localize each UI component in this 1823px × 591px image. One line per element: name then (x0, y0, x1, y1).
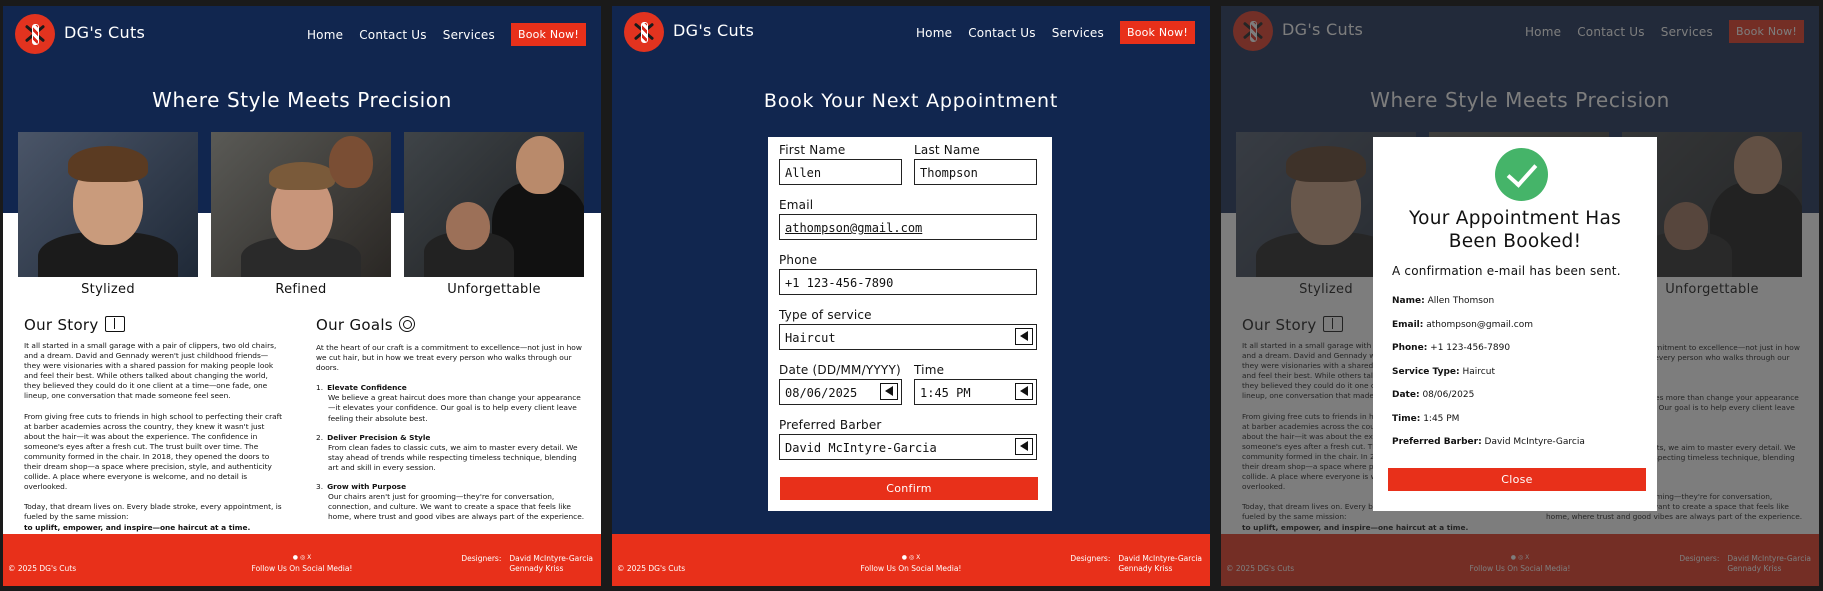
goal-item: 1.Elevate Confidence We believe a great … (316, 383, 581, 423)
story-mission: to uplift, empower, and inspire—one hair… (24, 522, 251, 532)
goals-intro: At the heart of our craft is a commitmen… (316, 343, 582, 373)
date-picker-icon[interactable] (880, 383, 898, 400)
home-page: DG's Cuts Home Contact Us Services Book … (3, 6, 601, 586)
nav-contact-link[interactable]: Contact Us (968, 26, 1036, 40)
book-now-button[interactable]: Book Now! (1119, 21, 1195, 44)
detail-barber: Preferred Barber: David McIntyre-Garcia (1392, 437, 1585, 447)
site-header: DG's Cuts Home Contact Us Services Book … (612, 6, 1210, 60)
email-field[interactable]: athompson@gmail.com (779, 214, 1037, 240)
brand-name[interactable]: DG's Cuts (64, 23, 145, 42)
main-nav: Home Contact Us Services Book Now! (916, 21, 1195, 44)
hero-title: Where Style Meets Precision (152, 88, 452, 112)
booking-form: First Name Allen Last Name Thompson Emai… (768, 137, 1052, 511)
main-nav: Home Contact Us Services Book Now! (307, 23, 586, 46)
dropdown-arrow-icon[interactable] (1015, 328, 1033, 345)
stylized-photo (18, 132, 198, 277)
last-name-field[interactable]: Thompson (914, 159, 1037, 185)
caption-refined: Refined (275, 282, 327, 297)
date-value: 08/06/2025 (785, 386, 858, 400)
goal-item: 3.Grow with Purpose Our chairs aren't ju… (316, 482, 585, 522)
caption-unforgettable: Unforgettable (447, 282, 541, 297)
barber-select[interactable]: David McIntyre-Garcia (779, 434, 1037, 460)
service-value: Haircut (785, 331, 836, 345)
modal-title: Your Appointment Has Been Booked! (1408, 208, 1622, 252)
barber-logo-icon[interactable] (624, 12, 664, 52)
detail-service: Service Type: Haircut (1392, 367, 1495, 377)
book-icon (104, 316, 125, 332)
story-paragraph: It all started in a small garage with a … (24, 341, 277, 401)
confirm-button[interactable]: Confirm (780, 477, 1038, 500)
target-icon (398, 316, 415, 332)
time-field[interactable]: 1:45 PM (914, 379, 1037, 405)
detail-time: Time: 1:45 PM (1392, 414, 1460, 424)
nav-services-link[interactable]: Services (1052, 26, 1104, 40)
detail-email: Email: athompson@gmail.com (1392, 320, 1533, 330)
service-select[interactable]: Haircut (779, 324, 1037, 350)
date-label: Date (DD/MM/YYYY) (779, 363, 901, 377)
site-footer: © 2025 DG's Cuts ● ◎ X Follow Us On Soci… (612, 534, 1210, 586)
brand-name[interactable]: DG's Cuts (673, 21, 754, 40)
detail-name: Name: Allen Thomson (1392, 296, 1495, 306)
close-button[interactable]: Close (1388, 468, 1646, 491)
detail-phone: Phone: +1 123-456-7890 (1392, 343, 1511, 353)
time-picker-icon[interactable] (1015, 383, 1033, 400)
barber-logo-icon[interactable] (15, 14, 55, 54)
our-story-heading: Our Story (24, 316, 125, 334)
designers-credit: Designers: David McIntyre-GarciaGennady … (461, 554, 593, 573)
time-label: Time (914, 363, 945, 377)
book-now-button[interactable]: Book Now! (510, 23, 586, 46)
nav-services-link[interactable]: Services (443, 28, 495, 42)
barber-value: David McIntyre-Garcia (785, 441, 937, 455)
checkmark-icon (1495, 148, 1548, 201)
last-name-label: Last Name (914, 143, 981, 157)
refined-photo (211, 132, 391, 277)
barber-label: Preferred Barber (779, 418, 882, 432)
email-label: Email (779, 198, 814, 212)
phone-field[interactable]: +1 123-456-7890 (779, 269, 1037, 295)
date-field[interactable]: 08/06/2025 (779, 379, 902, 405)
first-name-label: First Name (779, 143, 846, 157)
confirmation-page: DG's Cuts Home Contact Us Services Book … (1221, 6, 1819, 586)
detail-date: Date: 08/06/2025 (1392, 390, 1475, 400)
booking-title: Book Your Next Appointment (763, 90, 1059, 112)
caption-stylized: Stylized (81, 282, 135, 297)
nav-home-link[interactable]: Home (307, 28, 343, 42)
site-header: DG's Cuts Home Contact Us Services Book … (3, 6, 601, 62)
our-story-text: It all started in a small garage with a … (24, 341, 284, 533)
nav-contact-link[interactable]: Contact Us (359, 28, 427, 42)
site-footer: © 2025 DG's Cuts ● ◎ X Follow Us On Soci… (3, 534, 601, 586)
booking-confirmation-modal: Your Appointment Has Been Booked! A conf… (1373, 137, 1657, 511)
story-paragraph: From giving free cuts to friends in high… (24, 411, 283, 492)
nav-home-link[interactable]: Home (916, 26, 952, 40)
dropdown-arrow-icon[interactable] (1015, 438, 1033, 455)
unforgettable-photo (404, 132, 584, 277)
first-name-field[interactable]: Allen (779, 159, 902, 185)
phone-label: Phone (779, 253, 818, 267)
modal-subtitle: A confirmation e-mail has been sent. (1392, 264, 1621, 278)
designers-credit: Designers: David McIntyre-GarciaGennady … (1070, 554, 1202, 573)
service-label: Type of service (779, 308, 872, 322)
time-value: 1:45 PM (920, 386, 971, 400)
our-goals-heading: Our Goals (316, 316, 415, 334)
story-paragraph: Today, that dream lives on. Every blade … (24, 502, 282, 522)
booking-page: DG's Cuts Home Contact Us Services Book … (612, 6, 1210, 586)
goal-item: 2.Deliver Precision & Style From clean f… (316, 432, 578, 472)
our-goals-text: At the heart of our craft is a commitmen… (316, 343, 586, 531)
